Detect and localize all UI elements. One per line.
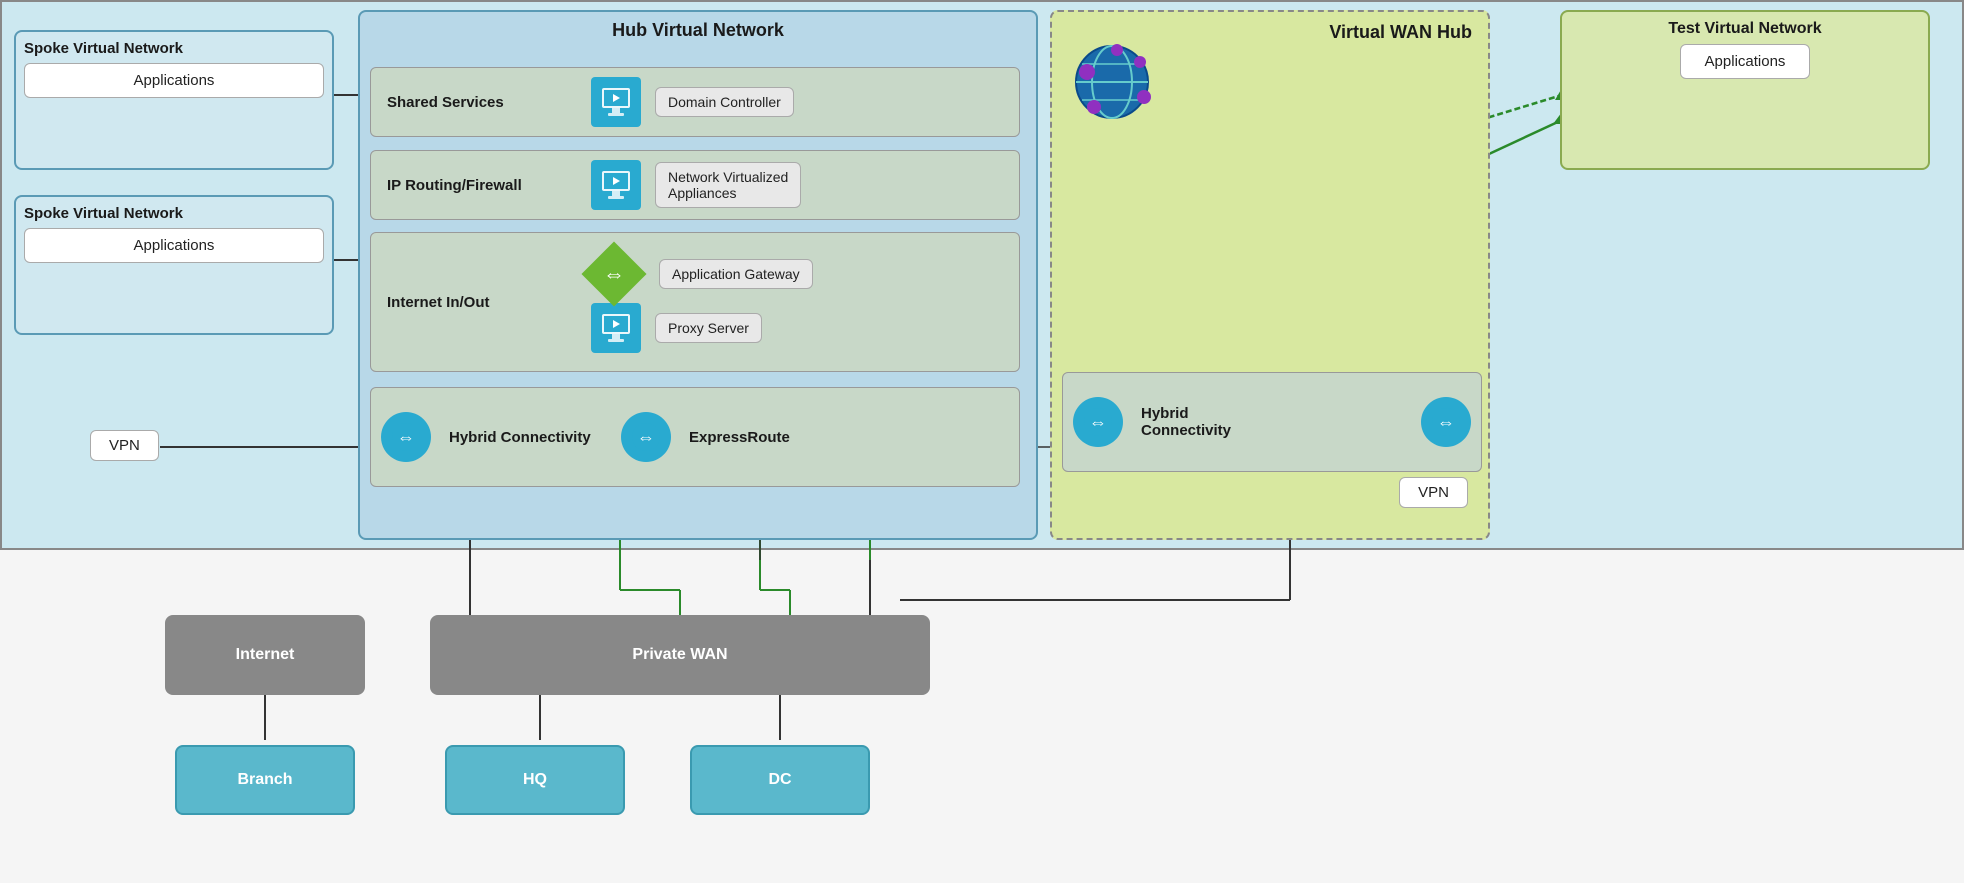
internet-label: Internet In/Out	[371, 294, 591, 311]
hq-box: HQ	[445, 745, 625, 815]
shared-services-label: Shared Services	[371, 94, 591, 111]
dc-label: DC	[768, 771, 791, 789]
svg-text:⇔: ⇔	[1437, 412, 1455, 432]
wan-hybrid-icon-2: ⇔	[1421, 397, 1471, 447]
wan-hub-hybrid: ⇔ HybridConnectivity ⇔	[1062, 372, 1482, 472]
branch-box: Branch	[175, 745, 355, 815]
app-gateway-icon: ⇔	[581, 241, 646, 306]
spoke-vnet-1-app: Applications	[24, 63, 324, 98]
private-wan-box: Private WAN	[430, 615, 930, 695]
proxy-server-label: Proxy Server	[668, 320, 749, 336]
hub-vnet-title: Hub Virtual Network	[360, 12, 1036, 45]
app-gateway-label: Application Gateway	[672, 266, 800, 282]
vpn-label-wan: VPN	[1418, 484, 1449, 501]
hybrid-connectivity-label: Hybrid Connectivity	[441, 429, 611, 446]
spoke-vnet-2-title: Spoke Virtual Network	[24, 205, 324, 222]
proxy-server-box: Proxy Server	[655, 313, 762, 343]
internet-label: Internet	[236, 646, 295, 664]
bottom-area	[0, 550, 1964, 883]
hub-section-hybrid: ⇔ Hybrid Connectivity ⇔ ExpressRoute	[370, 387, 1020, 487]
vpn-box-wan: VPN	[1399, 477, 1468, 508]
hq-label: HQ	[523, 771, 547, 789]
globe-icon	[1072, 42, 1152, 122]
branch-label: Branch	[237, 771, 292, 789]
spoke-vnet-1: Spoke Virtual Network Applications	[14, 30, 334, 170]
hub-vnet: Hub Virtual Network Shared Services Doma…	[358, 10, 1038, 540]
vpn-label-left: VPN	[109, 437, 140, 454]
private-wan-label: Private WAN	[632, 646, 727, 664]
dc-box: DC	[690, 745, 870, 815]
ip-routing-label: IP Routing/Firewall	[371, 177, 591, 194]
domain-controller-box: Domain Controller	[655, 87, 794, 117]
wan-hybrid-label: HybridConnectivity	[1133, 405, 1411, 439]
vpn-box-left: VPN	[90, 430, 159, 461]
wan-hybrid-icon-1: ⇔	[1073, 397, 1123, 447]
test-vnet-title: Test Virtual Network	[1562, 12, 1928, 44]
hybrid-lock-icon-2: ⇔	[621, 412, 671, 462]
hub-section-internet: Internet In/Out ⇔ Application Gateway Pr…	[370, 232, 1020, 372]
domain-controller-label: Domain Controller	[668, 94, 781, 110]
hybrid-lock-icon-1: ⇔	[381, 412, 431, 462]
wan-hub: Virtual WAN Hub ⇔ HybridConnectivity ⇔ V…	[1050, 10, 1490, 540]
proxy-icon	[591, 303, 641, 353]
expressroute-label: ExpressRoute	[681, 429, 798, 446]
spoke-vnet-1-title: Spoke Virtual Network	[24, 40, 324, 57]
test-vnet-app: Applications	[1680, 44, 1811, 79]
internet-box: Internet	[165, 615, 365, 695]
hub-section-shared-services: Shared Services Domain Controller	[370, 67, 1020, 137]
spoke-vnet-2-app: Applications	[24, 228, 324, 263]
wan-hub-title: Virtual WAN Hub	[1052, 12, 1488, 43]
hub-section-ip-routing: IP Routing/Firewall Network Virtualized …	[370, 150, 1020, 220]
shared-services-icon	[591, 77, 641, 127]
ip-routing-icon	[591, 160, 641, 210]
test-vnet: Test Virtual Network Applications	[1560, 10, 1930, 170]
network-appliances-label: Network Virtualized Appliances	[668, 169, 788, 201]
spoke-vnet-2: Spoke Virtual Network Applications	[14, 195, 334, 335]
svg-text:⇔: ⇔	[1089, 412, 1107, 432]
network-appliances-box: Network Virtualized Appliances	[655, 162, 801, 208]
svg-text:⇔: ⇔	[397, 427, 415, 447]
app-gateway-box: Application Gateway	[659, 259, 813, 289]
svg-text:⇔: ⇔	[637, 427, 655, 447]
